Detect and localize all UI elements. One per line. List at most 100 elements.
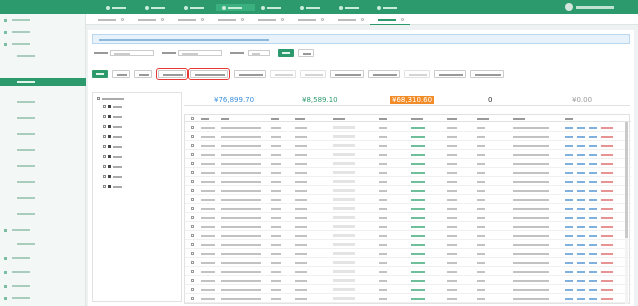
row-action-link[interactable] xyxy=(601,288,613,291)
row-action-link[interactable] xyxy=(577,270,585,273)
generate-bill-button[interactable] xyxy=(156,68,188,80)
toolbar-button[interactable] xyxy=(470,70,504,78)
row-action-link[interactable] xyxy=(565,234,573,237)
row-action-link[interactable] xyxy=(589,288,597,291)
top-nav-item[interactable] xyxy=(178,4,217,11)
row-checkbox[interactable] xyxy=(191,270,194,273)
row-checkbox[interactable] xyxy=(191,207,194,210)
row-checkbox[interactable] xyxy=(191,198,194,201)
table-row[interactable] xyxy=(185,213,631,222)
table-row[interactable] xyxy=(185,231,631,240)
top-nav-item[interactable] xyxy=(139,4,178,11)
row-action-link[interactable] xyxy=(601,252,613,255)
close-icon[interactable] xyxy=(161,17,164,21)
row-action-link[interactable] xyxy=(565,279,573,282)
sidebar-subitem[interactable] xyxy=(0,52,86,60)
tree-checkbox[interactable] xyxy=(103,155,106,158)
top-nav-item[interactable] xyxy=(100,4,139,11)
row-action-link[interactable] xyxy=(589,144,597,147)
table-row[interactable] xyxy=(185,141,631,150)
row-checkbox[interactable] xyxy=(191,261,194,264)
row-action-link[interactable] xyxy=(601,198,613,201)
row-action-link[interactable] xyxy=(589,198,597,201)
sidebar-subitem[interactable] xyxy=(0,114,86,122)
table-row[interactable] xyxy=(185,276,631,285)
row-action-link[interactable] xyxy=(577,153,585,156)
row-action-link[interactable] xyxy=(565,252,573,255)
row-action-link[interactable] xyxy=(565,261,573,264)
select-all-checkbox[interactable] xyxy=(191,117,194,120)
row-checkbox[interactable] xyxy=(191,288,194,291)
row-action-link[interactable] xyxy=(577,234,585,237)
row-action-link[interactable] xyxy=(565,270,573,273)
row-action-link[interactable] xyxy=(577,279,585,282)
table-row[interactable] xyxy=(185,150,631,159)
sidebar-subitem-active[interactable] xyxy=(0,78,86,86)
row-action-link[interactable] xyxy=(577,216,585,219)
toolbar-button-disabled[interactable] xyxy=(404,70,430,78)
sidebar-item[interactable] xyxy=(0,294,86,302)
row-action-link[interactable] xyxy=(589,261,597,264)
export-button[interactable] xyxy=(134,70,152,78)
page-tab[interactable] xyxy=(250,14,290,25)
row-action-link[interactable] xyxy=(565,126,573,129)
sidebar-subitem[interactable] xyxy=(0,162,86,170)
table-row[interactable] xyxy=(185,159,631,168)
sidebar-item[interactable] xyxy=(0,28,86,36)
row-action-link[interactable] xyxy=(565,135,573,138)
row-action-link[interactable] xyxy=(601,171,613,174)
row-checkbox[interactable] xyxy=(191,180,194,183)
row-action-link[interactable] xyxy=(589,234,597,237)
row-action-link[interactable] xyxy=(577,198,585,201)
tree-checkbox[interactable] xyxy=(103,135,106,138)
row-checkbox[interactable] xyxy=(191,279,194,282)
row-action-link[interactable] xyxy=(601,225,613,228)
sidebar-group[interactable] xyxy=(0,40,86,48)
tree-checkbox[interactable] xyxy=(103,165,106,168)
table-row[interactable] xyxy=(185,285,631,294)
table-row[interactable] xyxy=(185,186,631,195)
tree-node[interactable] xyxy=(93,143,183,150)
tree-checkbox[interactable] xyxy=(103,105,106,108)
sidebar-subitem[interactable] xyxy=(0,178,86,186)
toolbar-button[interactable] xyxy=(434,70,466,78)
row-action-link[interactable] xyxy=(589,270,597,273)
row-action-link[interactable] xyxy=(565,243,573,246)
row-action-link[interactable] xyxy=(601,207,613,210)
row-action-link[interactable] xyxy=(565,198,573,201)
page-tab[interactable] xyxy=(170,14,210,25)
sidebar-subitem[interactable] xyxy=(0,98,86,106)
row-action-link[interactable] xyxy=(601,153,613,156)
row-action-link[interactable] xyxy=(589,162,597,165)
row-action-link[interactable] xyxy=(565,162,573,165)
filter-select[interactable] xyxy=(248,50,270,56)
sidebar-subitem[interactable] xyxy=(0,130,86,138)
row-action-link[interactable] xyxy=(601,189,613,192)
close-icon[interactable] xyxy=(281,17,284,21)
row-action-link[interactable] xyxy=(577,243,585,246)
top-nav-item-active[interactable] xyxy=(216,4,255,11)
user-name[interactable] xyxy=(576,5,614,9)
row-action-link[interactable] xyxy=(565,288,573,291)
tree-node[interactable] xyxy=(93,153,183,160)
row-checkbox[interactable] xyxy=(191,171,194,174)
row-action-link[interactable] xyxy=(577,180,585,183)
row-action-link[interactable] xyxy=(577,297,585,300)
toolbar-button[interactable] xyxy=(368,70,400,78)
row-action-link[interactable] xyxy=(601,135,613,138)
filter-input[interactable] xyxy=(178,50,222,56)
row-action-link[interactable] xyxy=(577,171,585,174)
search-button[interactable] xyxy=(278,49,294,57)
row-action-link[interactable] xyxy=(577,189,585,192)
close-icon[interactable] xyxy=(401,17,404,21)
table-row[interactable] xyxy=(185,123,631,132)
row-action-link[interactable] xyxy=(601,216,613,219)
row-checkbox[interactable] xyxy=(191,153,194,156)
top-nav-item[interactable] xyxy=(371,4,410,11)
page-tab[interactable] xyxy=(130,14,170,25)
table-scrollbar[interactable] xyxy=(625,122,628,304)
tree-checkbox[interactable] xyxy=(103,125,106,128)
row-action-link[interactable] xyxy=(601,261,613,264)
row-action-link[interactable] xyxy=(601,126,613,129)
row-action-link[interactable] xyxy=(565,189,573,192)
